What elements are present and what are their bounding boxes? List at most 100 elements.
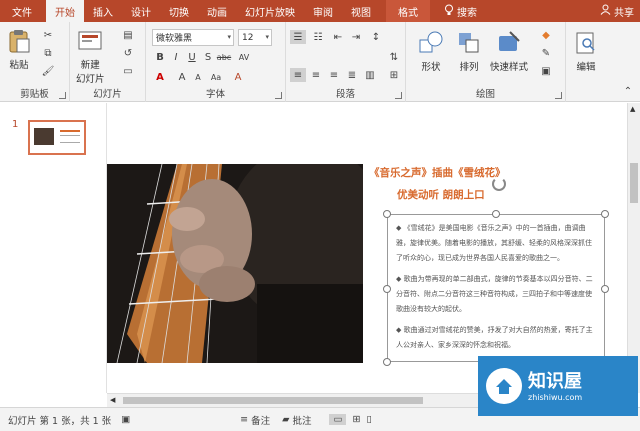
find-icon: [573, 30, 599, 56]
drawing-group-label: 绘图: [475, 89, 495, 100]
change-case-icon[interactable]: Aa: [208, 70, 224, 84]
decrease-indent-icon[interactable]: ⇤: [330, 30, 346, 44]
italic-icon[interactable]: I: [168, 50, 184, 64]
hscroll-thumb[interactable]: [123, 397, 423, 404]
normal-view-icon[interactable]: ▭: [329, 414, 347, 425]
clipboard-launcher-icon[interactable]: [59, 92, 66, 99]
arrange-icon: [456, 30, 482, 56]
format-painter-icon[interactable]: 🖌: [40, 64, 56, 78]
clear-format-icon[interactable]: A: [230, 70, 246, 84]
scroll-thumb[interactable]: [630, 163, 638, 203]
comments-button[interactable]: ▰ 批注: [282, 413, 311, 427]
tab-insert[interactable]: 插入: [84, 0, 122, 22]
share-button[interactable]: 共享: [600, 4, 640, 19]
increase-indent-icon[interactable]: ⇥: [348, 30, 364, 44]
resize-handle-ml[interactable]: [383, 285, 391, 293]
new-slide-icon: [77, 28, 103, 54]
bullet-item-2: ◆ 歌曲为带再现的单二部曲式，旋律的节奏基本以四分音符、二分音符、附点二分音符这…: [396, 275, 593, 313]
section-icon[interactable]: ▭: [120, 64, 136, 78]
tab-transitions[interactable]: 切换: [160, 0, 198, 22]
comment-icon: ▰: [282, 414, 290, 425]
slides-group-label: 幻灯片: [93, 89, 122, 100]
smartart-icon[interactable]: ⊞: [386, 68, 402, 82]
align-left-icon[interactable]: ≡: [290, 68, 306, 82]
reading-view-icon[interactable]: ▯: [366, 414, 371, 425]
slide-title-line-2[interactable]: 优美动听 朗朗上口: [397, 187, 485, 202]
tab-design[interactable]: 设计: [122, 0, 160, 22]
strikethrough-icon[interactable]: abc: [216, 50, 232, 64]
shape-fill-icon[interactable]: ◆: [538, 28, 554, 42]
arrange-label: 排列: [459, 62, 479, 73]
bullet-text-3: 歌曲通过对雪绒花的赞美，抒发了对大自然的热爱，寄托了主人公对亲人、家乡深深的怀念…: [396, 326, 593, 349]
sorter-view-icon[interactable]: ⊞: [352, 414, 360, 425]
bullets-icon[interactable]: ☰: [290, 30, 306, 44]
shapes-button[interactable]: 形状: [418, 30, 444, 73]
cut-icon[interactable]: ✂: [40, 28, 56, 42]
new-slide-button[interactable]: 新建 幻灯片: [76, 28, 105, 85]
justify-icon[interactable]: ≣: [344, 68, 360, 82]
tab-home[interactable]: 开始: [46, 0, 84, 22]
search-box[interactable]: 搜索: [438, 4, 483, 19]
font-name-select[interactable]: 微软雅黑 ▾: [152, 29, 234, 46]
tab-view[interactable]: 视图: [342, 0, 380, 22]
text-box[interactable]: ◆ 《雪绒花》是美国电影《音乐之声》中的一首插曲，曲调曲雅，旋律优美。随着电影的…: [387, 214, 605, 362]
rotate-handle-icon[interactable]: [492, 177, 506, 191]
layout-icon[interactable]: ▤: [120, 28, 136, 42]
slide-title-line-1[interactable]: 《音乐之声》插曲《雪绒花》: [369, 165, 506, 180]
align-right-icon[interactable]: ≡: [326, 68, 342, 82]
scroll-left-icon[interactable]: ◀: [110, 396, 115, 404]
scroll-up-icon[interactable]: ▲: [630, 105, 635, 113]
line-spacing-icon[interactable]: ↕: [368, 30, 384, 44]
slides-group: 新建 幻灯片 ▤ ↺ ▭ 幻灯片: [70, 22, 146, 102]
editing-button[interactable]: 编辑: [573, 30, 599, 73]
shape-outline-icon[interactable]: ✎: [538, 46, 554, 60]
resize-handle-mr[interactable]: [601, 285, 609, 293]
watermark-name: 知识屋: [528, 370, 582, 392]
grow-font-icon[interactable]: A: [174, 70, 190, 84]
tab-review[interactable]: 审阅: [304, 0, 342, 22]
spellcheck-icon[interactable]: ▣: [121, 414, 130, 425]
font-size-select[interactable]: 12 ▾: [238, 29, 272, 46]
tab-animations[interactable]: 动画: [198, 0, 236, 22]
shape-effects-icon[interactable]: ▣: [538, 64, 554, 78]
font-color-icon[interactable]: A: [152, 70, 168, 84]
spacing-icon[interactable]: AV: [236, 50, 252, 64]
font-size-value: 12: [242, 32, 254, 43]
bullet-item-1: ◆ 《雪绒花》是美国电影《音乐之声》中的一首插曲，曲调曲雅，旋律优美。随着电影的…: [396, 224, 592, 262]
share-label: 共享: [614, 7, 634, 19]
notes-button[interactable]: ≡ 备注: [240, 413, 270, 427]
numbering-icon[interactable]: ☷: [310, 30, 326, 44]
editing-group: 编辑: [566, 22, 610, 102]
text-direction-icon[interactable]: ⇅: [386, 50, 402, 64]
notes-label: 备注: [251, 415, 271, 427]
drawing-launcher-icon[interactable]: [555, 92, 562, 99]
align-center-icon[interactable]: ≡: [308, 68, 324, 82]
shrink-font-icon[interactable]: A: [190, 70, 206, 84]
shadow-icon[interactable]: S: [200, 50, 216, 64]
reset-icon[interactable]: ↺: [120, 46, 136, 60]
resize-handle-bl[interactable]: [383, 358, 391, 366]
new-slide-label-1: 新建: [80, 60, 100, 71]
arrange-button[interactable]: 排列: [456, 30, 482, 73]
paste-button[interactable]: 粘贴: [6, 28, 32, 71]
slide-canvas[interactable]: 《音乐之声》插曲《雪绒花》 优美动听 朗朗上口 ◆ 《雪绒花》是美国电影《音乐之…: [107, 103, 627, 393]
resize-handle-tl[interactable]: [383, 210, 391, 218]
slide-thumbnail[interactable]: [28, 120, 86, 155]
font-launcher-icon[interactable]: [275, 92, 282, 99]
clipboard-group: 粘贴 ✂ ⧉ 🖌 剪贴板: [0, 22, 70, 102]
paragraph-launcher-icon[interactable]: [395, 92, 402, 99]
columns-icon[interactable]: ▥: [362, 68, 378, 82]
quick-styles-label: 快速样式: [490, 62, 529, 73]
copy-icon[interactable]: ⧉: [40, 46, 56, 60]
bold-icon[interactable]: B: [152, 50, 168, 64]
tab-format[interactable]: 格式: [386, 0, 430, 22]
vertical-scrollbar[interactable]: ▲ ▼: [627, 103, 640, 393]
resize-handle-tr[interactable]: [601, 210, 609, 218]
collapse-ribbon-icon[interactable]: ⌃: [620, 84, 636, 98]
guitar-photo[interactable]: [107, 164, 363, 363]
tab-file[interactable]: 文件: [0, 0, 44, 22]
underline-icon[interactable]: U: [184, 50, 200, 64]
quick-styles-button[interactable]: 快速样式: [490, 30, 528, 73]
tab-slideshow[interactable]: 幻灯片放映: [236, 0, 304, 22]
resize-handle-tm[interactable]: [492, 210, 500, 218]
